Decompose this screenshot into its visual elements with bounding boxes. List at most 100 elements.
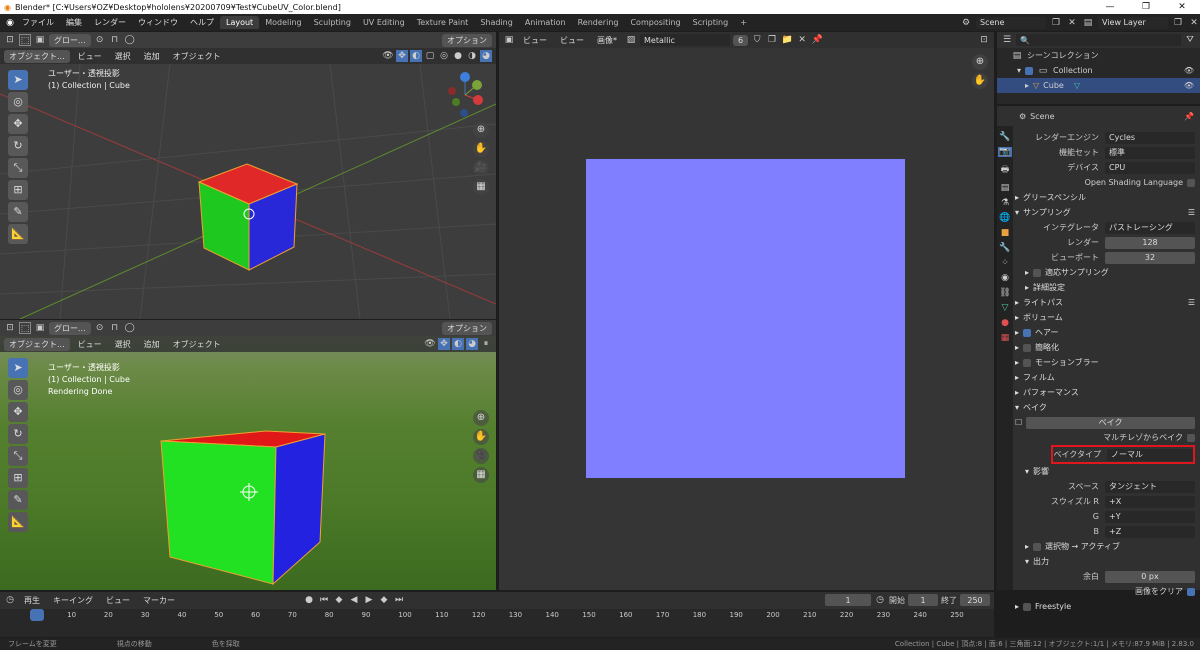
tool-measure-2[interactable]: 📐 xyxy=(8,512,28,532)
tool-cursor[interactable]: ◎ xyxy=(8,92,28,112)
menu-playback[interactable]: 再生 xyxy=(19,594,45,607)
current-frame-field[interactable]: 1 xyxy=(825,594,871,606)
menu-file[interactable]: ファイル xyxy=(16,17,60,28)
camera-view-icon[interactable]: 🎥 xyxy=(473,160,489,176)
blender-menu-icon[interactable]: ◉ xyxy=(4,17,16,29)
section-freestyle[interactable]: ▸ Freestyle xyxy=(1015,599,1195,614)
mode-selector-2[interactable]: オブジェクト... xyxy=(4,337,70,351)
swizzle-r-select[interactable]: +X xyxy=(1105,495,1195,508)
scene-selector[interactable]: Scene xyxy=(976,16,1046,29)
snap-icon[interactable]: ⊓ xyxy=(109,34,121,46)
multires-checkbox[interactable] xyxy=(1187,433,1195,442)
pin-props-icon[interactable]: 📌 xyxy=(1184,112,1194,121)
tool-cursor-2[interactable]: ◎ xyxy=(8,380,28,400)
tab-shading[interactable]: Shading xyxy=(474,16,519,29)
timeline[interactable]: ◷ 再生 キーイング ビュー マーカー ● ⏮ ◆ ◀ ▶ ◆ ⏭ 1 ◷ 開始… xyxy=(0,592,994,637)
tab-animation[interactable]: Animation xyxy=(519,16,572,29)
pivot-icon-2[interactable]: ⊙ xyxy=(94,322,106,334)
cube-eye-icon[interactable]: 👁 xyxy=(1184,81,1194,90)
menu-view[interactable]: ビュー xyxy=(73,50,107,63)
minimize-icon[interactable]: — xyxy=(1092,2,1128,12)
menu-window[interactable]: ウィンドウ xyxy=(132,17,184,28)
tab-texture-paint[interactable]: Texture Paint xyxy=(411,16,475,29)
menu-marker[interactable]: マーカー xyxy=(138,594,180,607)
tool-select-2[interactable]: ➤ xyxy=(8,358,28,378)
section-advanced[interactable]: ▸ 詳細設定 xyxy=(1015,280,1195,295)
tool-transform[interactable]: ⊞ xyxy=(8,180,28,200)
data-tab-icon[interactable]: ▽ xyxy=(1002,303,1009,313)
swizzle-g-select[interactable]: +Y xyxy=(1105,510,1195,523)
prev-key-icon[interactable]: ◆ xyxy=(333,594,345,606)
play-icon[interactable]: ▶ xyxy=(363,594,375,606)
options-button-2[interactable]: オプション xyxy=(442,321,492,335)
section-sampling[interactable]: ▾ サンプリング ☰ xyxy=(1015,205,1195,220)
shading-solid-icon[interactable]: ● xyxy=(452,50,464,62)
record-icon[interactable]: ● xyxy=(303,594,315,606)
outliner-collection[interactable]: ▾ ▭ Collection 👁 xyxy=(997,63,1200,78)
jump-start-icon[interactable]: ⏮ xyxy=(318,594,330,606)
editor-type-icon[interactable]: ⊡ xyxy=(4,34,16,46)
tab-layout[interactable]: Layout xyxy=(220,16,260,29)
tool-scale[interactable]: ⤡ xyxy=(8,158,28,178)
menu-object[interactable]: オブジェクト xyxy=(168,50,226,63)
zoom-icon[interactable]: ⊕ xyxy=(473,122,489,138)
proportional-icon-2[interactable]: ◯ xyxy=(124,322,136,334)
outliner-cube[interactable]: ▸ ▽ Cube ▽ 👁 xyxy=(997,78,1200,93)
transform-orientation[interactable]: グロー... xyxy=(49,33,91,47)
section-influence[interactable]: ▾ 影響 xyxy=(1015,464,1195,479)
image-menu-view2[interactable]: ビュー xyxy=(555,34,589,47)
shading-wire-icon[interactable]: ◎ xyxy=(438,50,450,62)
image-users-count[interactable]: 6 xyxy=(733,34,749,46)
object-tab-icon[interactable]: ■ xyxy=(1001,228,1010,238)
menu-edit[interactable]: 編集 xyxy=(60,17,88,28)
section-simplify[interactable]: ▸ 簡略化 xyxy=(1015,340,1195,355)
outliner-type-icon[interactable]: ☰ xyxy=(1001,34,1013,46)
tool-move-2[interactable]: ✥ xyxy=(8,402,28,422)
section-selected-to-active[interactable]: ▸ 選択物 → アクティブ xyxy=(1015,539,1195,554)
clear-image-checkbox[interactable] xyxy=(1187,587,1195,596)
shading-rendered-icon[interactable]: ◕ xyxy=(480,50,492,62)
unlink-icon[interactable]: ✕ xyxy=(796,34,808,46)
modifier-tab-icon[interactable]: 🔧 xyxy=(999,243,1010,253)
integrator-select[interactable]: パストレーシング xyxy=(1105,221,1195,234)
menu-keying[interactable]: キーイング xyxy=(48,594,98,607)
tab-rendering[interactable]: Rendering xyxy=(572,16,625,29)
new-image-icon[interactable]: ❐ xyxy=(766,34,778,46)
menu-select[interactable]: 選択 xyxy=(110,50,136,63)
collection-checkbox[interactable] xyxy=(1025,66,1034,75)
sidebar-toggle-icon[interactable]: ⊡ xyxy=(978,34,990,46)
visibility-icon-2[interactable]: 👁 xyxy=(424,338,436,350)
next-key-icon[interactable]: ◆ xyxy=(378,594,390,606)
view-layer-tab-icon[interactable]: ▤ xyxy=(1001,183,1010,193)
menu-add-2[interactable]: 追加 xyxy=(139,338,165,351)
section-grease-pencil[interactable]: ▸ グリースペンシル xyxy=(1015,190,1195,205)
tool-annotate-2[interactable]: ✎ xyxy=(8,490,28,510)
margin-field[interactable]: 0 px xyxy=(1105,570,1195,583)
pause-icon[interactable]: ⏸ xyxy=(480,338,492,350)
section-film[interactable]: ▸ フィルム xyxy=(1015,370,1195,385)
properties-editor[interactable]: 🔧 📷 🖶 ▤ ⚗ 🌐 ■ 🔧 ⁘ ◉ ⛓ ▽ ● ▦ ⚙ Scene 📌 レン… xyxy=(997,106,1200,611)
image-menu-view[interactable]: ビュー xyxy=(518,34,552,47)
image-menu-image[interactable]: 画像* xyxy=(592,34,622,47)
maximize-icon[interactable]: ❐ xyxy=(1128,2,1164,12)
jump-end-icon[interactable]: ⏭ xyxy=(393,594,405,606)
physics-tab-icon[interactable]: ◉ xyxy=(1001,273,1009,283)
section-hair[interactable]: ▸ ヘアー xyxy=(1015,325,1195,340)
menu-view-2[interactable]: ビュー xyxy=(73,338,107,351)
close-icon[interactable]: ✕ xyxy=(1164,2,1200,12)
image-editor-type-icon[interactable]: ▣ xyxy=(503,34,515,46)
section-performance[interactable]: ▸ パフォーマンス xyxy=(1015,385,1195,400)
add-workspace-icon[interactable]: + xyxy=(734,16,753,29)
baked-image[interactable] xyxy=(586,159,905,478)
section-volumes[interactable]: ▸ ボリューム xyxy=(1015,310,1195,325)
outliner-search[interactable]: 🔍 xyxy=(1016,34,1181,46)
menu-help[interactable]: ヘルプ xyxy=(184,17,220,28)
ortho-grid-icon-2[interactable]: ▦ xyxy=(473,467,489,483)
pin-icon[interactable]: 📌 xyxy=(811,34,823,46)
visibility-icon[interactable]: 👁 xyxy=(382,50,394,62)
tab-scripting[interactable]: Scripting xyxy=(687,16,735,29)
tool-move[interactable]: ✥ xyxy=(8,114,28,134)
editor-type-icon-2[interactable]: ⊡ xyxy=(4,322,16,334)
image-zoom-icon[interactable]: ⊕ xyxy=(972,54,988,70)
tool-transform-2[interactable]: ⊞ xyxy=(8,468,28,488)
